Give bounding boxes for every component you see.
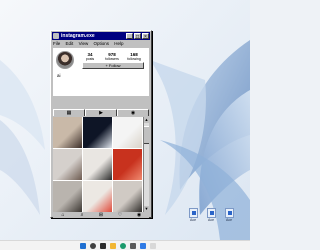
reels-icon: ▶: [99, 110, 103, 116]
desktop-icon-3[interactable]: Ace: [222, 208, 236, 226]
username: ai: [57, 73, 61, 78]
photo-tile[interactable]: [113, 181, 142, 212]
stat-followers-label: followers: [105, 57, 119, 61]
minimize-button[interactable]: _: [126, 33, 133, 40]
menu-edit[interactable]: Edit: [66, 41, 74, 46]
app-icon: [53, 33, 59, 39]
scrollbar[interactable]: ▲ ▼: [143, 117, 149, 212]
photo-tile[interactable]: [83, 117, 112, 148]
menu-file[interactable]: File: [53, 41, 60, 46]
photo-grid: [53, 117, 143, 212]
music-icon[interactable]: [150, 243, 156, 249]
stat-following[interactable]: 168 following: [124, 52, 144, 61]
tab-reels[interactable]: ▶: [85, 109, 117, 116]
tagged-icon: ◉: [130, 110, 136, 116]
menu-help[interactable]: Help: [114, 41, 123, 46]
window-titlebar[interactable]: instagram.exe _ □ ×: [52, 32, 150, 40]
tab-tagged[interactable]: ◉: [117, 109, 149, 116]
scroll-up-icon[interactable]: ▲: [144, 117, 149, 123]
menu-options[interactable]: Options: [94, 41, 110, 46]
maximize-button[interactable]: □: [134, 33, 141, 40]
add-post-icon[interactable]: ⊞: [97, 212, 105, 218]
photo-tile[interactable]: [53, 149, 82, 180]
photo-tile[interactable]: [83, 181, 112, 212]
profile-header: 34 posts 978 followers 168 following + F…: [53, 48, 149, 96]
edge-icon[interactable]: [120, 243, 126, 249]
stat-posts-label: posts: [85, 57, 95, 61]
home-icon[interactable]: ⌂: [59, 212, 67, 218]
file-icon: [206, 208, 216, 218]
menu-view[interactable]: View: [79, 41, 89, 46]
profile-tabs: ▦ ▶ ◉: [53, 109, 149, 116]
store-icon[interactable]: [130, 243, 136, 249]
desktop-icon-1[interactable]: Ace: [186, 208, 200, 226]
files-icon[interactable]: [110, 243, 116, 249]
grid-icon: ▦: [66, 110, 72, 116]
photo-tile[interactable]: [83, 149, 112, 180]
photo-tile[interactable]: [53, 117, 82, 148]
search-icon[interactable]: [90, 243, 96, 249]
avatar[interactable]: [56, 51, 74, 69]
taskview-icon[interactable]: [100, 243, 106, 249]
mail-icon[interactable]: [140, 243, 146, 249]
close-button[interactable]: ×: [142, 33, 149, 40]
desktop-icon-2[interactable]: Ace: [204, 208, 218, 226]
menu-bar: File Edit View Options Help: [53, 41, 149, 47]
window-title: instagram.exe: [61, 33, 95, 39]
instagram-window: instagram.exe _ □ × File Edit View Optio…: [50, 30, 152, 218]
tab-grid[interactable]: ▦: [53, 109, 85, 116]
follow-button[interactable]: + Follow: [82, 62, 144, 69]
stat-following-label: following: [127, 57, 141, 61]
photo-tile[interactable]: [113, 149, 142, 180]
search-icon[interactable]: ⌕: [78, 212, 86, 218]
start-icon[interactable]: [80, 243, 86, 249]
activity-icon[interactable]: ♡: [116, 212, 124, 218]
file-icon: [188, 208, 198, 218]
photo-tile[interactable]: [53, 181, 82, 212]
stat-followers[interactable]: 978 followers: [102, 52, 122, 61]
bottom-nav: ⌂ ⌕ ⊞ ♡ ◉: [53, 212, 149, 218]
profile-icon[interactable]: ◉: [135, 212, 143, 218]
desktop-icon-label: Ace: [189, 218, 197, 222]
desktop-icon-label: Ace: [225, 218, 233, 222]
desktop-icon-label: Ace: [207, 218, 215, 222]
scroll-thumb[interactable]: [144, 126, 149, 144]
taskbar: [0, 240, 250, 250]
stat-posts[interactable]: 34 posts: [80, 52, 100, 61]
photo-tile[interactable]: [113, 117, 142, 148]
file-icon: [224, 208, 234, 218]
